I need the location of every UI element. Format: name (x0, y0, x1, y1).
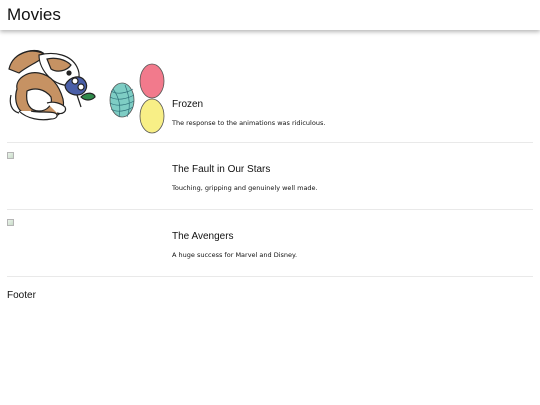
page-title: Movies (7, 5, 61, 24)
movie-title[interactable]: The Avengers (172, 231, 234, 243)
movie-description: The response to the animations was ridic… (172, 119, 326, 127)
movie-description: Touching, gripping and genuinely well ma… (172, 184, 318, 192)
movie-title[interactable]: Frozen (172, 99, 203, 111)
app-bar: Movies (0, 0, 540, 30)
movie-title[interactable]: The Fault in Our Stars (172, 164, 270, 176)
movie-description: A huge success for Marvel and Disney. (172, 251, 298, 259)
movie-thumbnail[interactable] (7, 210, 167, 276)
broken-image-icon (7, 219, 14, 226)
movie-thumbnail[interactable] (7, 45, 167, 142)
list-item[interactable]: Frozen The response to the animations wa… (7, 45, 533, 143)
broken-image-icon (7, 152, 14, 159)
footer: Footer (7, 290, 36, 301)
list-item[interactable]: The Avengers A huge success for Marvel a… (7, 210, 533, 277)
list-item[interactable]: The Fault in Our Stars Touching, grippin… (7, 143, 533, 210)
bunny-easter-illustration (8, 49, 165, 134)
movie-thumbnail[interactable] (7, 143, 167, 209)
movie-list: Frozen The response to the animations wa… (7, 45, 533, 277)
